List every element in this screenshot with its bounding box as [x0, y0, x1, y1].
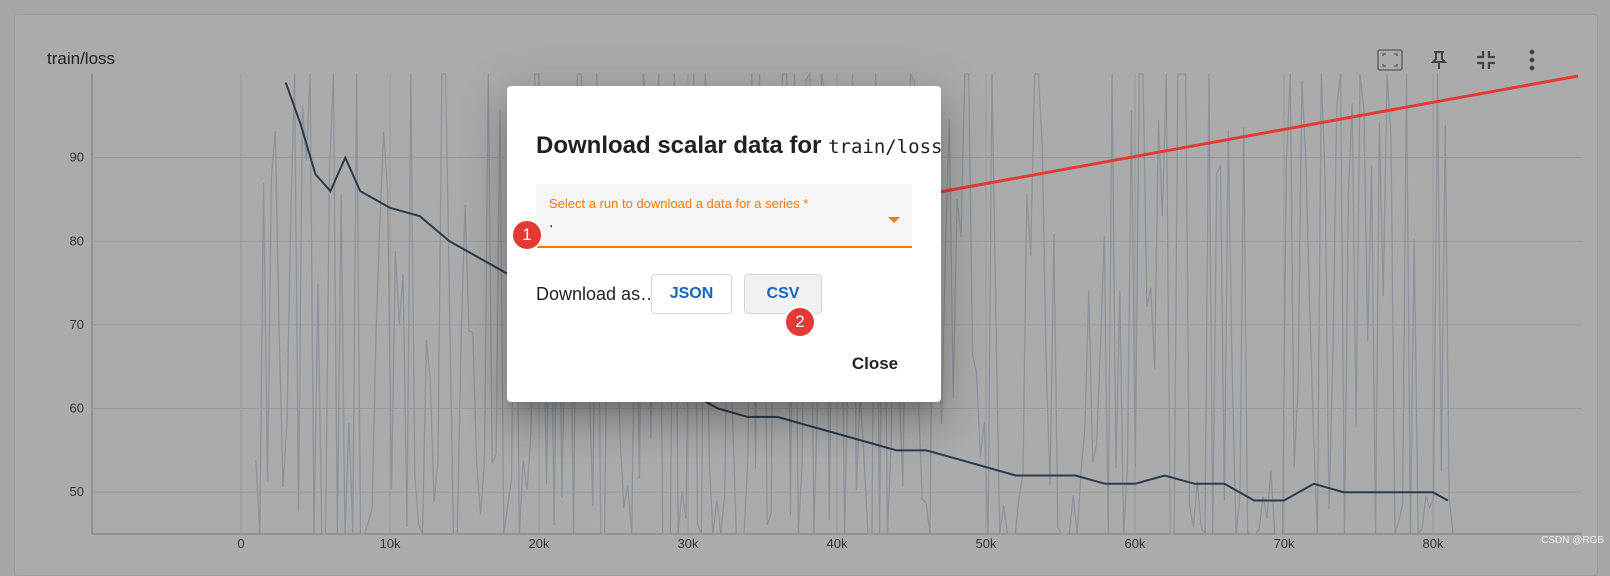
x-tick-label: 0	[237, 536, 244, 551]
close-button[interactable]: Close	[840, 346, 910, 382]
json-button[interactable]: JSON	[651, 274, 732, 314]
annotation-marker-2: 2	[784, 306, 816, 338]
x-tick-label: 20k	[529, 536, 550, 551]
download-dialog: Download scalar data for train/loss Sele…	[507, 86, 942, 402]
download-as-label: Download as…	[536, 284, 659, 304]
y-tick-label: 50	[70, 484, 84, 499]
x-tick-label: 30k	[678, 536, 699, 551]
dialog-title-tag: train/loss	[828, 136, 943, 158]
annotation-marker-1: 1	[511, 219, 543, 251]
dialog-title: Download scalar data for train/loss	[536, 132, 942, 160]
run-select-value: .	[549, 214, 554, 231]
annotation-arrow	[852, 74, 1579, 214]
watermark: CSDN @RGB	[1541, 535, 1604, 546]
run-select-label: Select a run to download a data for a se…	[549, 196, 809, 211]
run-select[interactable]: Select a run to download a data for a se…	[536, 184, 912, 248]
y-tick-label: 60	[70, 401, 84, 416]
dropdown-arrow-icon[interactable]	[888, 217, 900, 223]
x-tick-label: 60k	[1125, 536, 1146, 551]
x-tick-label: 40k	[827, 536, 848, 551]
csv-button[interactable]: CSV	[744, 274, 822, 314]
x-tick-label: 80k	[1423, 536, 1444, 551]
y-tick-label: 80	[70, 233, 84, 248]
y-tick-label: 70	[70, 317, 84, 332]
dialog-title-text: Download scalar data for	[536, 132, 829, 159]
x-tick-label: 10k	[380, 536, 401, 551]
x-tick-label: 70k	[1274, 536, 1295, 551]
y-tick-label: 90	[70, 150, 84, 165]
x-tick-label: 50k	[976, 536, 997, 551]
arrow-shaft	[867, 74, 1579, 207]
